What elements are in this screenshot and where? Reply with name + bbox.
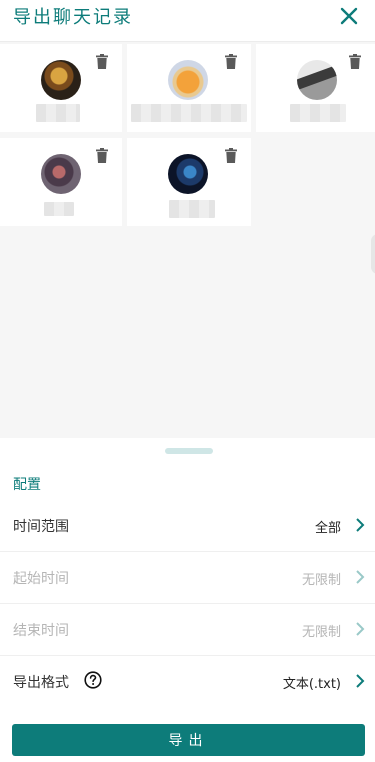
top-bar: 导出聊天记录	[0, 0, 375, 42]
contact-avatar	[168, 60, 208, 100]
contact-avatar	[41, 60, 81, 100]
contact-avatar	[41, 154, 81, 194]
row-value: 无限制	[301, 625, 341, 640]
contact-grid	[0, 42, 375, 438]
contact-card[interactable]	[127, 44, 251, 132]
row-label: 起始时间	[13, 571, 69, 587]
row-label: 时间范围	[13, 519, 69, 535]
contact-card[interactable]	[127, 138, 251, 226]
trash-icon[interactable]	[225, 54, 237, 69]
contact-avatar	[168, 154, 208, 194]
help-icon[interactable]	[84, 671, 102, 689]
chevron-right-icon	[356, 518, 365, 532]
row-start-time[interactable]: 起始时间 无限制	[0, 552, 375, 604]
trash-icon[interactable]	[96, 148, 108, 163]
row-end-time[interactable]: 结束时间 无限制	[0, 604, 375, 656]
chevron-right-icon	[356, 570, 365, 584]
contact-card[interactable]	[0, 44, 122, 132]
contact-name	[44, 202, 74, 216]
row-label: 导出格式	[13, 675, 69, 691]
contact-name	[290, 104, 346, 122]
trash-icon[interactable]	[225, 148, 237, 163]
chevron-right-icon	[356, 622, 365, 636]
config-sheet: 配置 时间范围 全部 起始时间 无限制 结束时间 无限制 导出格式 文本(.tx…	[0, 438, 375, 762]
close-icon[interactable]	[339, 6, 359, 26]
contact-card[interactable]	[0, 138, 122, 226]
contact-name	[169, 200, 215, 218]
contact-name	[36, 104, 80, 122]
row-label: 结束时间	[13, 623, 69, 639]
trash-icon[interactable]	[96, 54, 108, 69]
page-title: 导出聊天记录	[13, 7, 133, 28]
row-time-range[interactable]: 时间范围 全部	[0, 500, 375, 552]
contact-name	[131, 104, 247, 122]
row-export-format[interactable]: 导出格式 文本(.txt)	[0, 656, 375, 708]
row-value: 无限制	[301, 573, 341, 588]
config-section-title: 配置	[13, 477, 41, 493]
contact-avatar	[297, 60, 337, 100]
export-button[interactable]: 导出	[12, 724, 365, 756]
contact-card[interactable]	[256, 44, 375, 132]
sheet-drag-handle[interactable]	[165, 448, 213, 454]
row-value: 全部	[314, 521, 341, 536]
scroll-edge-handle[interactable]	[371, 234, 375, 274]
chevron-right-icon	[356, 674, 365, 688]
trash-icon[interactable]	[349, 54, 361, 69]
row-value: 文本(.txt)	[282, 677, 341, 692]
